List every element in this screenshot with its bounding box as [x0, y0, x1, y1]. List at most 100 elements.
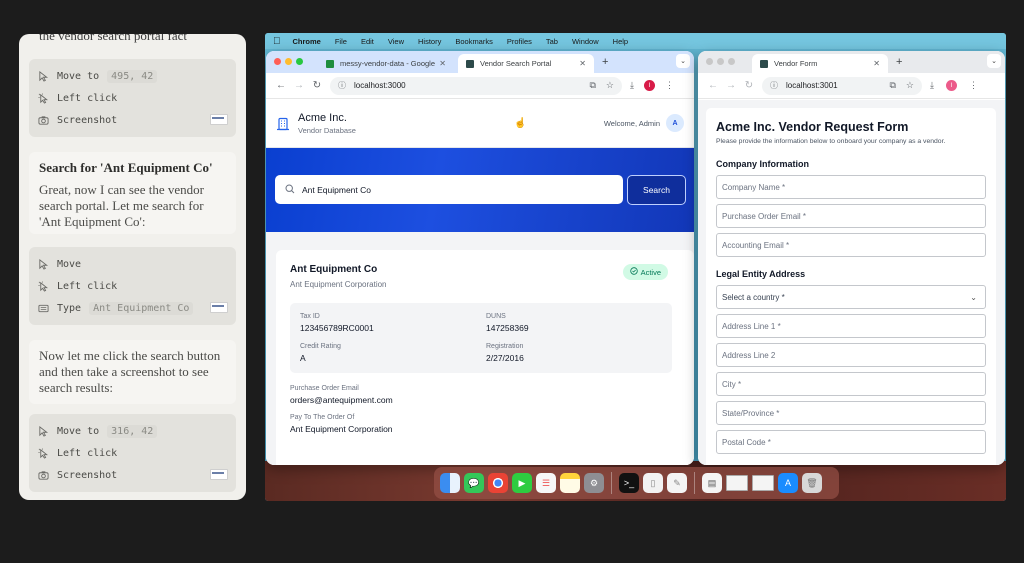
menu-bookmarks[interactable]: Bookmarks: [455, 37, 493, 46]
vendor-search-page: Acme Inc. Vendor Database ☝ Welcome, Adm…: [266, 100, 694, 465]
screen: the vendor search portal fact Move to 49…: [0, 0, 1024, 563]
back-button[interactable]: ←: [704, 80, 722, 91]
purchase-order-email-input[interactable]: Purchase Order Email *: [716, 204, 986, 228]
maximize-window-button[interactable]: [296, 58, 303, 65]
url-text: localhost:3000: [354, 81, 406, 90]
menu-history[interactable]: History: [418, 37, 441, 46]
screenshot-thumbnail[interactable]: [210, 469, 228, 480]
download-icon[interactable]: ⤓: [630, 80, 634, 91]
reload-button[interactable]: ↻: [308, 80, 326, 91]
country-select[interactable]: Select a country * ⌄: [716, 285, 986, 309]
new-tab-button[interactable]: +: [602, 56, 608, 68]
tab-messy-vendor-data[interactable]: messy-vendor-data - Google ✕: [318, 54, 454, 73]
action-step[interactable]: Left click: [29, 442, 236, 464]
forward-button[interactable]: →: [290, 80, 308, 91]
minimized-window-thumbnail[interactable]: [726, 475, 748, 491]
vendor-result-card[interactable]: Ant Equipment Co Ant Equipment Corporati…: [276, 250, 694, 465]
textedit-icon[interactable]: ✎: [667, 473, 687, 493]
dock-separator: [611, 472, 612, 494]
install-app-icon[interactable]: ⧉: [889, 80, 895, 91]
screenshot-thumbnail[interactable]: [210, 302, 228, 313]
apple-icon[interactable]: : [273, 36, 281, 47]
tab-vendor-form[interactable]: Vendor Form ✕: [752, 54, 888, 73]
system-settings-icon[interactable]: ⚙: [584, 473, 604, 493]
company-name-input[interactable]: Company Name *: [716, 175, 986, 199]
site-info-icon[interactable]: ⓘ: [338, 80, 346, 91]
tab-search-button[interactable]: ⌄: [676, 54, 690, 68]
form-title: Acme Inc. Vendor Request Form: [716, 120, 909, 134]
state-province-input[interactable]: State/Province *: [716, 401, 986, 425]
profile-avatar[interactable]: I: [643, 80, 655, 91]
minimized-window-thumbnail[interactable]: [752, 475, 774, 491]
close-window-button[interactable]: [706, 58, 713, 65]
menu-window[interactable]: Window: [572, 37, 599, 46]
terminal-icon[interactable]: >_: [619, 473, 639, 493]
forward-button[interactable]: →: [722, 80, 740, 91]
screenshot-thumbnail[interactable]: [210, 114, 228, 125]
app-store-icon[interactable]: A: [778, 473, 798, 493]
address-line-1-input[interactable]: Address Line 1 *: [716, 314, 986, 338]
tab-vendor-search-portal[interactable]: Vendor Search Portal ✕: [458, 54, 594, 73]
more-menu-icon[interactable]: ⋮: [969, 80, 978, 91]
close-window-button[interactable]: [274, 58, 281, 65]
action-step[interactable]: Move: [29, 253, 236, 275]
address-bar[interactable]: ⓘ localhost:3001 ⧉ ☆: [762, 76, 922, 95]
close-tab-icon[interactable]: ✕: [439, 59, 446, 68]
download-icon[interactable]: ⤓: [930, 80, 934, 91]
section-legal-entity-address: Legal Entity Address: [716, 269, 806, 279]
bookmark-star-icon[interactable]: ☆: [906, 80, 914, 91]
accounting-email-input[interactable]: Accounting Email *: [716, 233, 986, 257]
postal-code-input[interactable]: Postal Code *: [716, 430, 986, 454]
reminders-icon[interactable]: ☰: [536, 473, 556, 493]
reload-button[interactable]: ↻: [740, 80, 758, 91]
action-step[interactable]: Left click: [29, 275, 236, 297]
notes-icon[interactable]: [560, 473, 580, 493]
archive-utility-icon[interactable]: ▯: [643, 473, 663, 493]
chrome-icon[interactable]: [488, 473, 508, 493]
maximize-window-button[interactable]: [728, 58, 735, 65]
detail-value: 123456789RC0001: [300, 323, 374, 333]
action-step[interactable]: Move to 316, 42: [29, 420, 236, 442]
vendor-form-page: Acme Inc. Vendor Request Form Please pro…: [698, 100, 1005, 465]
sheets-favicon-icon: [326, 59, 334, 68]
action-step[interactable]: Left click: [29, 87, 236, 109]
menu-edit[interactable]: Edit: [361, 37, 374, 46]
search-button[interactable]: Search: [627, 175, 686, 205]
tab-strip: messy-vendor-data - Google ✕ Vendor Sear…: [266, 51, 694, 73]
menu-tab[interactable]: Tab: [546, 37, 558, 46]
menu-help[interactable]: Help: [613, 37, 628, 46]
close-tab-icon[interactable]: ✕: [873, 59, 880, 68]
install-app-icon[interactable]: ⧉: [589, 80, 595, 91]
minimize-window-button[interactable]: [717, 58, 724, 65]
city-input[interactable]: City *: [716, 372, 986, 396]
action-step[interactable]: Move to 495, 42: [29, 65, 236, 87]
menu-view[interactable]: View: [388, 37, 404, 46]
bookmark-star-icon[interactable]: ☆: [606, 80, 614, 91]
back-button[interactable]: ←: [272, 80, 290, 91]
site-info-icon[interactable]: ⓘ: [770, 80, 778, 91]
action-step[interactable]: Screenshot: [29, 464, 236, 486]
preview-document-icon[interactable]: ▤: [702, 473, 722, 493]
trash-icon[interactable]: 🗑: [802, 473, 822, 493]
address-line-2-input[interactable]: Address Line 2: [716, 343, 986, 367]
messages-icon[interactable]: 💬: [464, 473, 484, 493]
close-tab-icon[interactable]: ✕: [579, 59, 586, 68]
menu-app-name[interactable]: Chrome: [293, 37, 321, 46]
facetime-icon[interactable]: ▶: [512, 473, 532, 493]
vendor-search-input[interactable]: Ant Equipment Co: [275, 175, 623, 204]
action-step[interactable]: Screenshot: [29, 109, 236, 131]
menu-file[interactable]: File: [335, 37, 347, 46]
finder-icon[interactable]: [440, 473, 460, 493]
minimize-window-button[interactable]: [285, 58, 292, 65]
user-avatar[interactable]: A: [666, 114, 684, 132]
action-step[interactable]: Type Ant Equipment Co: [29, 297, 236, 319]
tab-title: Vendor Search Portal: [480, 59, 552, 68]
tab-search-button[interactable]: ⌄: [987, 54, 1001, 68]
new-tab-button[interactable]: +: [896, 56, 902, 68]
more-menu-icon[interactable]: ⋮: [665, 80, 674, 91]
menu-profiles[interactable]: Profiles: [507, 37, 532, 46]
profile-avatar[interactable]: I: [945, 80, 957, 91]
address-bar[interactable]: ⓘ localhost:3000 ⧉ ☆: [330, 76, 622, 95]
detail-tax-id: Tax ID 123456789RC0001: [300, 313, 486, 333]
action-label: Move to: [57, 70, 100, 82]
